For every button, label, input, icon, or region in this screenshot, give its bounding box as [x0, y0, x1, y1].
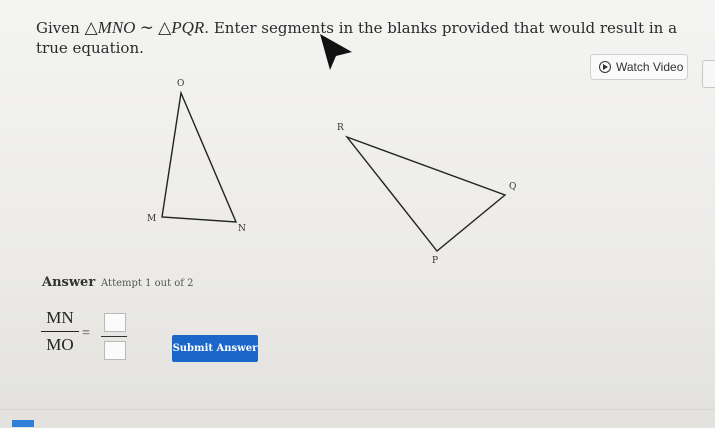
vertex-label-o: O	[177, 79, 185, 89]
attempt-counter: Attempt 1 out of 2	[101, 278, 194, 289]
answer-label: Answer	[42, 275, 96, 290]
vertex-label-p: P	[432, 256, 439, 266]
ratio-numerator: MN	[46, 308, 74, 327]
numerator-blank-input[interactable]	[104, 313, 126, 332]
answer-ratio	[101, 313, 127, 360]
triangle-pqr	[344, 135, 507, 252]
submit-answer-button[interactable]: Submit Answer	[172, 335, 258, 362]
ratio-denominator: MO	[46, 335, 74, 354]
vertex-label-n: N	[238, 224, 246, 234]
answer-fraction-bar	[101, 336, 127, 337]
given-ratio: MN MO	[40, 308, 80, 355]
triangles-figure	[161, 90, 507, 252]
denominator-blank-input[interactable]	[104, 341, 126, 360]
bottom-accent	[12, 420, 34, 427]
vertex-label-m: M	[147, 214, 157, 224]
triangle-mno	[161, 90, 238, 223]
vertex-label-r: R	[337, 123, 344, 133]
equals-sign: =	[82, 326, 90, 341]
bottom-bar	[0, 409, 715, 428]
vertex-label-q: Q	[509, 182, 517, 192]
